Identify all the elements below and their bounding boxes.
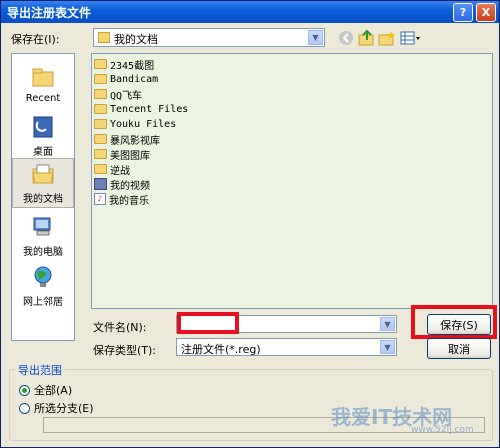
- watermark-url: www.52ij.com: [411, 425, 474, 435]
- file-name: 我的音乐: [109, 195, 149, 207]
- filetype-value: 注册文件(*.reg): [181, 343, 261, 356]
- view-menu-icon: [400, 31, 420, 45]
- my-computer-icon: [33, 217, 51, 236]
- highlight-box-save: [411, 305, 497, 339]
- list-item[interactable]: Tencent Files: [94, 102, 188, 116]
- filename-dropdown-arrow-icon[interactable]: ▼: [380, 317, 395, 331]
- save-in-label: 保存在(I):: [11, 33, 60, 46]
- export-range-title: 导出范围: [15, 362, 65, 378]
- view-menu-button[interactable]: [399, 29, 423, 47]
- close-button[interactable]: X: [476, 2, 496, 22]
- back-button[interactable]: [336, 29, 356, 47]
- filetype-label: 保存类型(T):: [93, 344, 157, 357]
- title-bar[interactable]: 导出注册表文件 ? X: [1, 1, 499, 23]
- my-documents-icon: [32, 164, 54, 184]
- desktop-icon: [33, 116, 53, 138]
- save-in-value: 我的文档: [114, 33, 158, 46]
- export-registry-dialog: 导出注册表文件 ? X 保存在(I): 我的文档 ▼ Recent 桌面 我的文…: [0, 0, 500, 448]
- file-name: 美图图库: [110, 150, 150, 162]
- back-arrow-icon: [339, 31, 353, 45]
- list-item[interactable]: ♪ 我的音乐: [94, 192, 149, 207]
- up-folder-button[interactable]: [357, 29, 377, 47]
- media-folder-icon: [94, 178, 107, 190]
- places-my-computer-label: 我的电脑: [23, 247, 63, 258]
- file-name: 逆战: [110, 165, 130, 177]
- radio-branch-indicator[interactable]: [19, 402, 30, 414]
- list-item[interactable]: QQ飞车: [94, 87, 143, 102]
- radio-branch-label: 所选分支(E): [34, 402, 94, 415]
- radio-all[interactable]: 全部(A): [19, 383, 72, 397]
- file-name: Youku Files: [110, 118, 177, 130]
- up-folder-icon: [358, 30, 374, 46]
- places-recent[interactable]: Recent: [12, 62, 74, 112]
- cancel-button[interactable]: 取消: [427, 338, 491, 359]
- file-name: 我的视频: [110, 180, 150, 192]
- radio-all-indicator[interactable]: [19, 384, 30, 396]
- radio-branch[interactable]: 所选分支(E): [19, 401, 94, 415]
- list-item[interactable]: 2345截图: [94, 57, 155, 72]
- window-title: 导出注册表文件: [7, 5, 92, 20]
- recent-folder-icon: [32, 68, 54, 87]
- places-recent-label: Recent: [25, 93, 61, 104]
- list-item[interactable]: Bandicam: [94, 72, 158, 86]
- file-name: 暴风影视库: [110, 135, 160, 147]
- filetype-dropdown-arrow-icon[interactable]: ▼: [380, 340, 395, 354]
- folder-icon: [94, 134, 107, 144]
- save-in-dropdown-arrow-icon[interactable]: ▼: [308, 30, 323, 45]
- list-item[interactable]: 暴风影视库: [94, 132, 160, 147]
- folder-icon: [94, 104, 107, 114]
- file-list[interactable]: 2345截图 Bandicam QQ飞车 Tencent Files Youku…: [91, 53, 493, 309]
- radio-all-label: 全部(A): [34, 384, 73, 397]
- highlight-box-filename: [177, 312, 239, 334]
- my-documents-small-icon: [98, 32, 110, 43]
- help-button[interactable]: ?: [453, 2, 473, 22]
- list-item[interactable]: 逆战: [94, 162, 130, 177]
- folder-icon: [94, 89, 107, 99]
- folder-icon: [94, 149, 107, 159]
- new-folder-icon: [378, 31, 395, 46]
- filetype-combo[interactable]: 注册文件(*.reg) ▼: [176, 338, 397, 356]
- network-places-icon: [34, 266, 52, 287]
- places-my-documents-label: 我的文档: [23, 194, 63, 205]
- places-my-documents[interactable]: 我的文档: [12, 158, 74, 208]
- music-folder-icon: ♪: [94, 193, 106, 205]
- new-folder-button[interactable]: [377, 29, 397, 47]
- places-network[interactable]: 网上邻居: [12, 262, 74, 312]
- places-desktop-label: 桌面: [33, 147, 53, 158]
- folder-icon: [94, 59, 107, 69]
- list-item[interactable]: Youku Files: [94, 117, 176, 131]
- places-desktop[interactable]: 桌面: [12, 112, 74, 162]
- filename-label: 文件名(N):: [93, 321, 147, 334]
- file-name: 2345截图: [110, 60, 155, 72]
- places-network-label: 网上邻居: [23, 297, 63, 308]
- list-item[interactable]: 我的视频: [94, 177, 150, 192]
- folder-icon: [94, 164, 107, 174]
- places-my-computer[interactable]: 我的电脑: [12, 212, 74, 262]
- list-item[interactable]: 美图图库: [94, 147, 150, 162]
- folder-icon: [94, 119, 107, 129]
- file-name: Tencent Files: [110, 103, 189, 115]
- file-name: QQ飞车: [110, 90, 143, 102]
- places-bar: Recent 桌面 我的文档 我的电脑 网上邻居: [11, 53, 75, 341]
- file-name: Bandicam: [110, 73, 159, 85]
- folder-icon: [94, 74, 107, 84]
- save-in-combo[interactable]: 我的文档 ▼: [93, 28, 325, 47]
